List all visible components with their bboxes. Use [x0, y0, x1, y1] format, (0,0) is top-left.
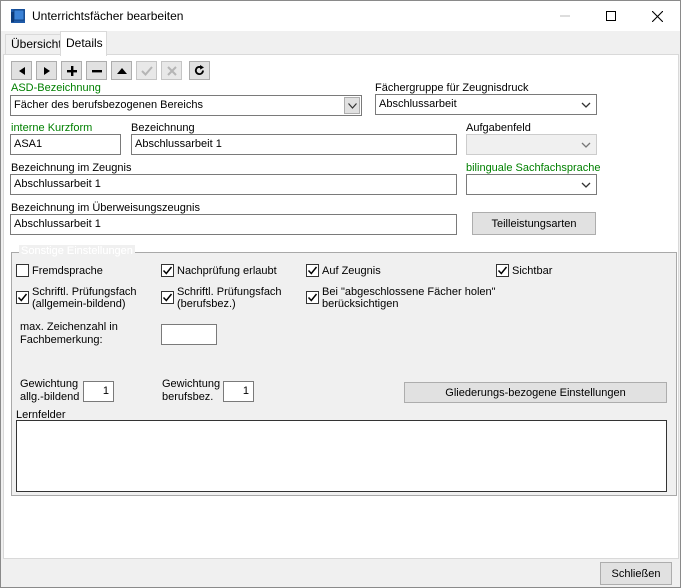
asd-select[interactable]: Fächer des berufsbezogenen Bereichs — [10, 95, 362, 116]
bezeichnung-label: Bezeichnung — [131, 122, 195, 134]
kurzform-label: interne Kurzform — [11, 122, 93, 134]
aufgabenfeld-label: Aufgabenfeld — [466, 122, 531, 134]
dialog-window: Unterrichtsfächer bearbeiten Übersicht D… — [0, 0, 681, 588]
gewichtung-beruf-input[interactable]: 1 — [223, 381, 254, 402]
checkmark-icon — [17, 293, 28, 302]
checkmark-icon — [162, 266, 173, 275]
refresh-icon[interactable] — [189, 61, 210, 80]
checkmark-icon — [307, 266, 318, 275]
lernfelder-textarea[interactable] — [16, 420, 667, 492]
chevron-down-icon[interactable] — [344, 97, 360, 114]
checkmark-icon — [497, 266, 508, 275]
zeugnis-input[interactable]: Abschlussarbeit 1 — [10, 174, 457, 195]
bilingual-label: bilinguale Sachfachsprache — [466, 162, 601, 174]
asd-value: Fächer des berufsbezogenen Bereichs — [14, 99, 203, 111]
tab-strip: Übersicht Details — [3, 31, 680, 56]
sichtbar-checkbox[interactable] — [496, 264, 509, 277]
faechergruppe-value: Abschlussarbeit — [379, 98, 457, 110]
faechergruppe-label: Fächergruppe für Zeugnisdruck — [375, 82, 529, 94]
confirm-icon[interactable] — [136, 61, 157, 80]
maximize-icon[interactable] — [588, 1, 634, 31]
pruefungsfach-allg-label: Schriftl. Prüfungsfach (allgemein-bilden… — [32, 286, 137, 310]
pruefungsfach-beruf-checkbox[interactable] — [161, 291, 174, 304]
nachpruefung-label: Nachprüfung erlaubt — [177, 265, 277, 277]
up-icon[interactable] — [111, 61, 132, 80]
gewichtung-allg-label: Gewichtung allg.-bildend — [20, 378, 80, 403]
prev-icon[interactable] — [11, 61, 32, 80]
gewichtung-beruf-label: Gewichtung berufsbez. — [162, 378, 221, 403]
chevron-down-icon — [581, 182, 591, 188]
pruefungsfach-allg-checkbox[interactable] — [16, 291, 29, 304]
window-title: Unterrichtsfächer bearbeiten — [32, 9, 184, 23]
teilleistungsarten-button[interactable]: Teilleistungsarten — [472, 212, 596, 235]
faechergruppe-select[interactable]: Abschlussarbeit — [375, 94, 597, 115]
group-title: Sonstige Einstellungen — [19, 245, 135, 257]
tab-details[interactable]: Details — [60, 31, 107, 56]
aufgabenfeld-select[interactable] — [466, 134, 597, 155]
app-icon — [11, 9, 25, 23]
zeugnis-label: Bezeichnung im Zeugnis — [11, 162, 132, 174]
add-icon[interactable] — [61, 61, 82, 80]
checkmark-icon — [307, 293, 318, 302]
fremdsprache-label: Fremdsprache — [32, 265, 103, 277]
auf-zeugnis-label: Auf Zeugnis — [322, 265, 381, 277]
checkmark-icon — [162, 293, 173, 302]
close-icon[interactable] — [634, 1, 680, 31]
zeichenzahl-input[interactable] — [161, 324, 217, 345]
ueberweisung-label: Bezeichnung im Überweisungszeugnis — [11, 202, 200, 214]
title-bar[interactable]: Unterrichtsfächer bearbeiten — [1, 1, 680, 31]
bilingual-select[interactable] — [466, 174, 597, 195]
schliessen-button[interactable]: Schließen — [600, 562, 672, 585]
asd-label: ASD-Bezeichnung — [11, 82, 101, 94]
bezeichnung-input[interactable]: Abschlussarbeit 1 — [131, 134, 457, 155]
pruefungsfach-beruf-label: Schriftl. Prüfungsfach (berufsbez.) — [177, 286, 282, 310]
sichtbar-label: Sichtbar — [512, 265, 553, 277]
chevron-down-icon — [581, 102, 591, 108]
abgeschlossen-checkbox[interactable] — [306, 291, 319, 304]
minimize-icon[interactable] — [542, 1, 588, 31]
chevron-down-icon — [581, 142, 591, 148]
next-icon[interactable] — [36, 61, 57, 80]
kurzform-input[interactable]: ASA1 — [10, 134, 121, 155]
fremdsprache-checkbox[interactable] — [16, 264, 29, 277]
abgeschlossen-label: Bei "abgeschlossene Fächer holen" berück… — [322, 286, 496, 310]
auf-zeugnis-checkbox[interactable] — [306, 264, 319, 277]
tab-uebersicht[interactable]: Übersicht — [5, 34, 62, 55]
cancel-icon[interactable] — [161, 61, 182, 80]
remove-icon[interactable] — [86, 61, 107, 80]
zeichenzahl-label: max. Zeichenzahl in Fachbemerkung: — [20, 321, 118, 346]
nachpruefung-checkbox[interactable] — [161, 264, 174, 277]
ueberweisung-input[interactable]: Abschlussarbeit 1 — [10, 214, 457, 235]
gliederung-einstellungen-button[interactable]: Gliederungs-bezogene Einstellungen — [404, 382, 667, 403]
gewichtung-allg-input[interactable]: 1 — [83, 381, 114, 402]
